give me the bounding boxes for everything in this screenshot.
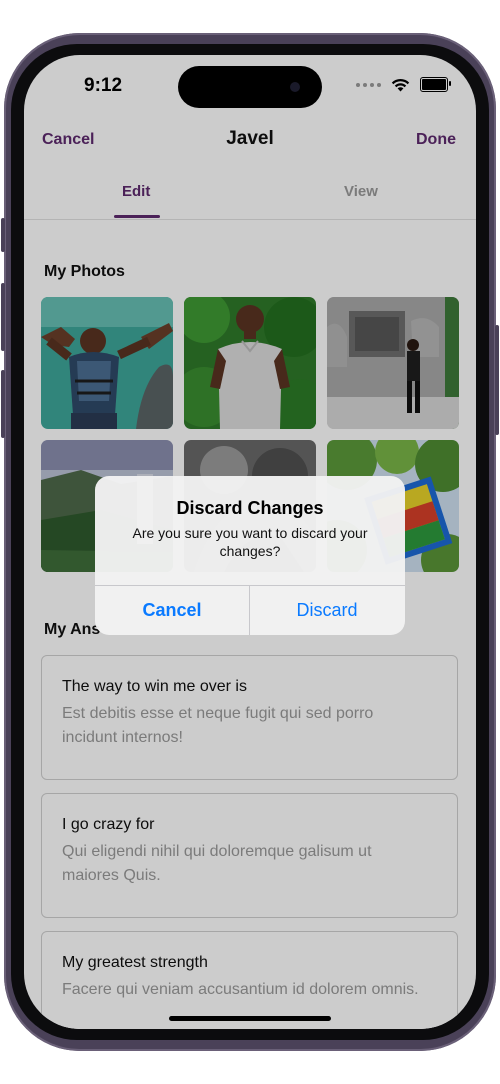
alert-discard-button[interactable]: Discard <box>250 586 404 635</box>
discard-changes-alert: Discard Changes Are you sure you want to… <box>95 476 405 635</box>
mute-switch <box>1 218 5 252</box>
alert-cancel-button[interactable]: Cancel <box>95 586 249 635</box>
home-indicator[interactable] <box>169 1016 331 1021</box>
volume-up-button <box>1 283 5 351</box>
alert-title: Discard Changes <box>176 498 324 518</box>
dynamic-island <box>178 66 322 108</box>
alert-message: Are you sure you want to discard your ch… <box>132 525 368 559</box>
camera-icon <box>290 82 300 92</box>
screen: 9:12 Cancel Javel Done Edit View My Phot… <box>24 55 476 1029</box>
power-button <box>495 325 499 435</box>
volume-down-button <box>1 370 5 438</box>
